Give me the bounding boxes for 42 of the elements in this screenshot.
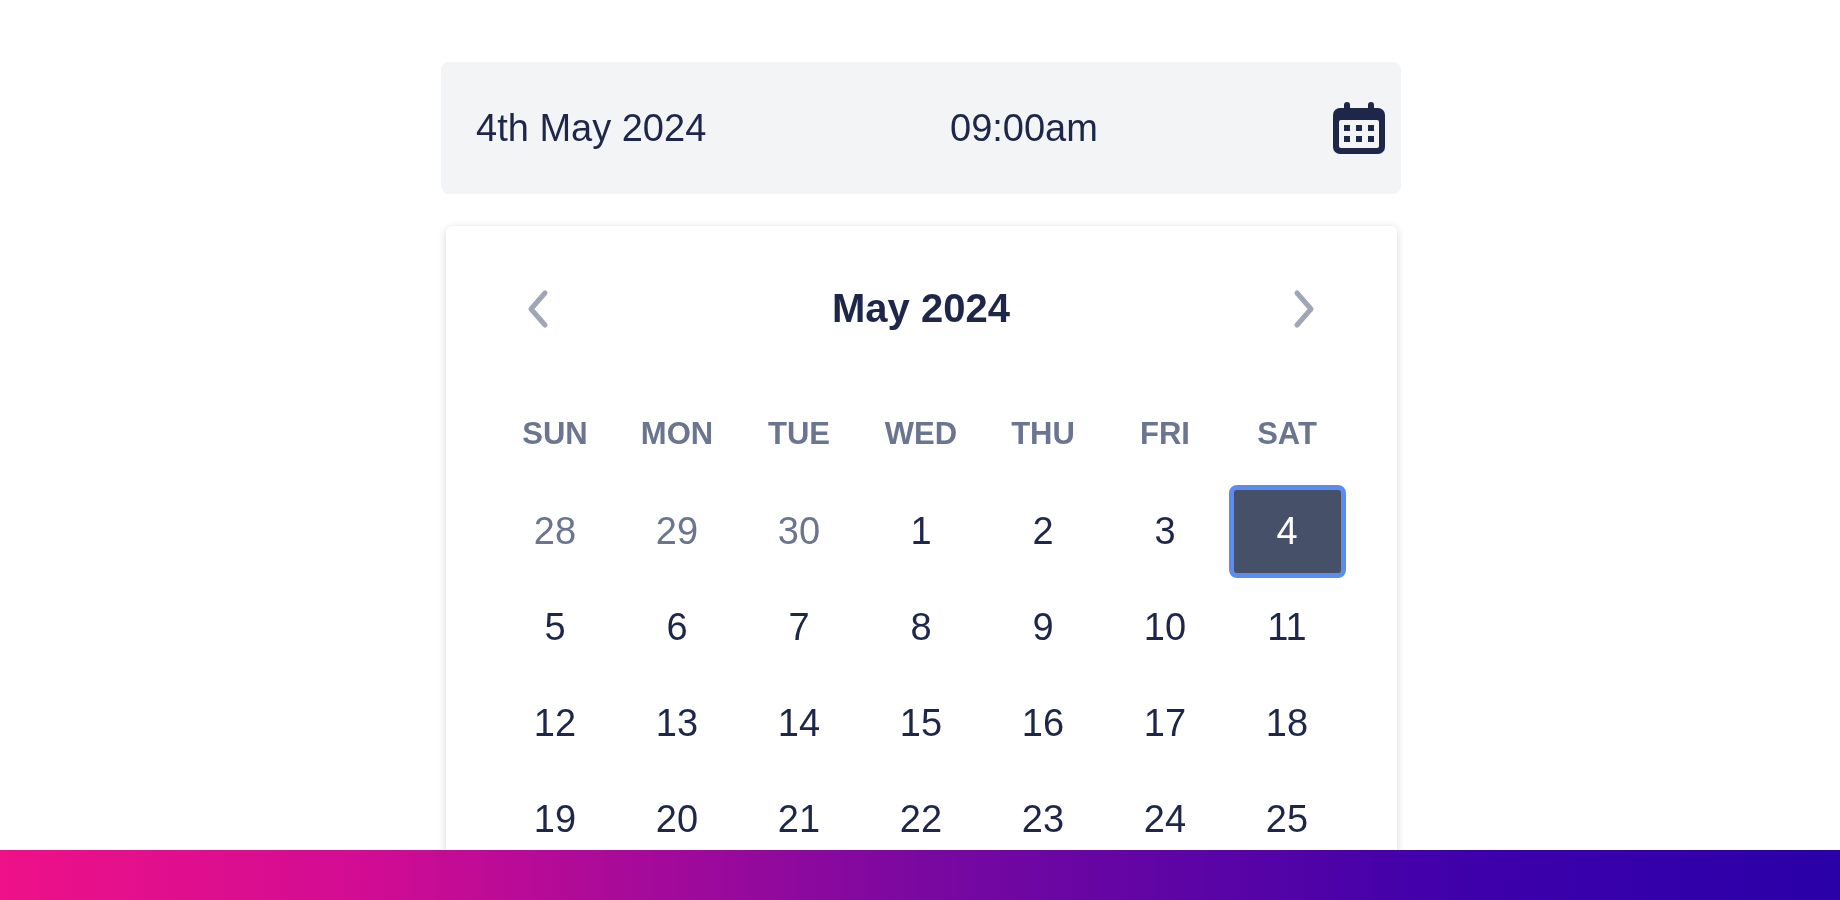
day-cell[interactable]: 10 — [1106, 596, 1224, 658]
day-cell[interactable]: 17 — [1106, 692, 1224, 754]
day-cell[interactable]: 22 — [862, 788, 980, 850]
day-cell[interactable]: 23 — [984, 788, 1102, 850]
day-cell[interactable]: 9 — [984, 596, 1102, 658]
weekday-label: SAT — [1256, 416, 1318, 452]
day-cell[interactable]: 24 — [1106, 788, 1224, 850]
weekday-label: WED — [883, 416, 959, 452]
day-cell[interactable]: 1 — [862, 500, 980, 562]
day-cell[interactable]: 19 — [496, 788, 614, 850]
day-cell[interactable]: 7 — [740, 596, 858, 658]
day-cell[interactable]: 2 — [984, 500, 1102, 562]
time-value: 09:00am — [950, 106, 1099, 150]
day-cell[interactable]: 18 — [1228, 692, 1346, 754]
date-value: 4th May 2024 — [476, 106, 708, 150]
day-cell[interactable]: 12 — [496, 692, 614, 754]
next-month-icon[interactable] — [1292, 288, 1316, 329]
day-cell[interactable]: 11 — [1228, 596, 1346, 658]
day-cell[interactable]: 16 — [984, 692, 1102, 754]
weekday-label: MON — [639, 416, 715, 452]
day-cell[interactable]: 6 — [618, 596, 736, 658]
day-cell[interactable]: 5 — [496, 596, 614, 658]
month-title: May 2024 — [832, 286, 1010, 331]
day-cell[interactable]: 25 — [1228, 788, 1346, 850]
date-time-field[interactable]: 4th May 2024 09:00am — [441, 62, 1401, 194]
previous-month-icon[interactable] — [526, 288, 550, 329]
day-cell[interactable]: 20 — [618, 788, 736, 850]
day-cell[interactable]: 4 — [1228, 485, 1346, 578]
weekday-label: THU — [1010, 416, 1076, 452]
day-cell[interactable]: 21 — [740, 788, 858, 850]
day-cell[interactable]: 13 — [618, 692, 736, 754]
day-cell[interactable]: 15 — [862, 692, 980, 754]
day-cell[interactable]: 3 — [1106, 500, 1224, 562]
day-cell[interactable]: 8 — [862, 596, 980, 658]
weekday-label: SUN — [521, 416, 589, 452]
day-cell[interactable]: 29 — [618, 500, 736, 562]
weekday-label: FRI — [1139, 416, 1191, 452]
day-cell[interactable]: 28 — [496, 500, 614, 562]
day-cell[interactable]: 30 — [740, 500, 858, 562]
weekday-label: TUE — [767, 416, 831, 452]
calendar-icon[interactable] — [1331, 100, 1387, 156]
day-cell[interactable]: 14 — [740, 692, 858, 754]
